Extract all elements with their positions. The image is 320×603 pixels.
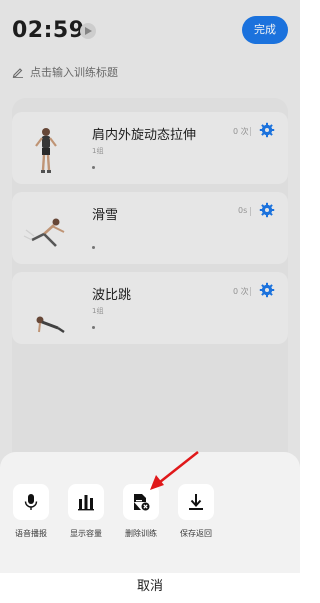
exercise-duration: 0s — [238, 206, 248, 215]
bullet-dot — [92, 166, 95, 169]
gear-icon[interactable] — [259, 202, 275, 218]
action-label: 语音播报 — [15, 529, 47, 538]
bullet-dot — [92, 326, 95, 329]
exercise-count: 0 次 — [233, 287, 249, 296]
exercise-name: 滑雪 — [92, 208, 119, 223]
exercise-count: 0 次 — [233, 127, 249, 136]
bar-chart-icon — [78, 495, 94, 511]
save-and-return-button[interactable]: 保存返回 — [177, 484, 215, 539]
divider — [250, 127, 251, 136]
exercise-sets: 1组 — [92, 307, 104, 315]
exercise-sets: 1组 — [92, 147, 104, 155]
done-button[interactable]: 完成 — [242, 16, 288, 44]
action-sheet: 语音播报 显示容量 删除训练 保存返回 取消 — [0, 452, 300, 603]
action-tile — [68, 484, 104, 520]
top-bar: 02:59 完成 — [0, 0, 300, 60]
delete-document-icon — [134, 494, 150, 511]
exercise-card[interactable]: 滑雪 0s — [12, 192, 288, 264]
exercise-figure-image — [23, 218, 65, 247]
download-icon — [189, 494, 203, 510]
action-label: 删除训练 — [125, 529, 157, 538]
action-label: 显示容量 — [70, 529, 102, 538]
workout-title-field[interactable]: 点击输入训练标题 — [12, 64, 118, 80]
divider — [250, 207, 251, 216]
divider — [250, 287, 251, 296]
action-tile — [123, 484, 159, 520]
delete-workout-button[interactable]: 删除训练 — [122, 484, 160, 539]
exercise-card[interactable]: 肩内外旋动态拉伸 1组 0 次 — [12, 112, 288, 184]
exercise-card[interactable]: 波比跳 1组 0 次 — [12, 272, 288, 344]
pencil-icon — [12, 68, 23, 78]
show-volume-button[interactable]: 显示容量 — [67, 484, 105, 539]
workout-screen: 02:59 完成 点击输入训练标题 肩内外旋动态拉伸 1组 0 次 滑雪 0s … — [0, 0, 300, 603]
workout-title-placeholder: 点击输入训练标题 — [30, 66, 118, 79]
gear-icon[interactable] — [259, 122, 275, 138]
play-button[interactable] — [80, 23, 96, 39]
gear-icon[interactable] — [259, 282, 275, 298]
exercise-figure-image — [36, 316, 65, 333]
voice-broadcast-button[interactable]: 语音播报 — [12, 484, 50, 539]
exercise-name: 肩内外旋动态拉伸 — [92, 128, 197, 143]
bullet-dot — [92, 246, 95, 249]
exercise-name: 波比跳 — [92, 288, 132, 303]
action-tile — [13, 484, 49, 520]
action-label: 保存返回 — [180, 529, 212, 538]
action-tile — [178, 484, 214, 520]
play-icon — [85, 27, 92, 35]
exercise-figure-image — [35, 128, 57, 173]
microphone-icon — [24, 494, 38, 510]
cancel-button[interactable]: 取消 — [0, 573, 300, 603]
workout-timer: 02:59 — [12, 18, 85, 43]
